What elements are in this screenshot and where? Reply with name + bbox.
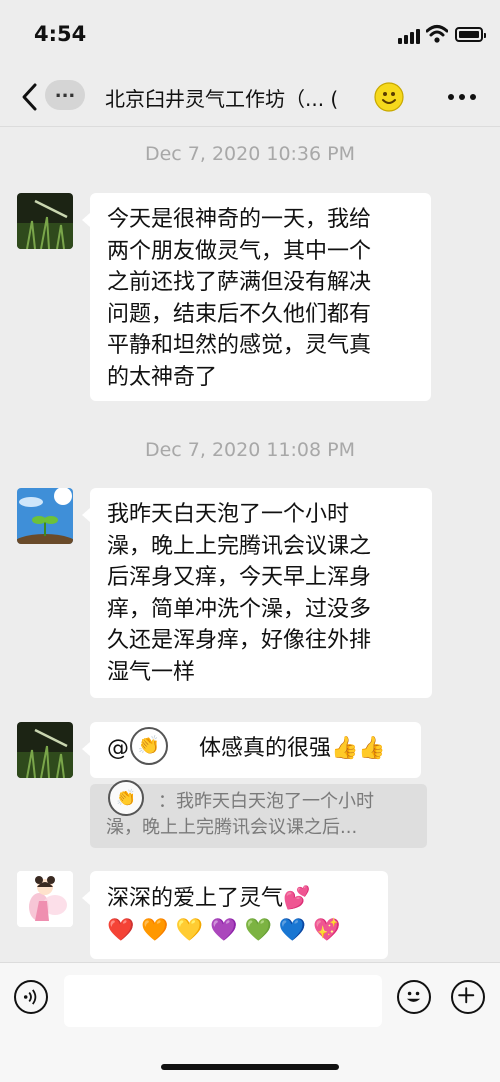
message-line: 的太神奇了 [107, 364, 218, 390]
smiley-emoji-icon [374, 82, 404, 112]
home-indicator [161, 1064, 339, 1070]
quote-line: ：我昨天白天泡了一个小时 [158, 791, 374, 812]
more-options-icon[interactable] [448, 94, 476, 102]
message-bubble[interactable]: 我昨天白天泡了一个小时 澡，晚上上完腾讯会议课之 后浑身又痒，今天早上浑身 痒，… [82, 488, 432, 698]
status-bar: 4:54 [0, 0, 500, 70]
voice-input-icon[interactable] [14, 980, 48, 1014]
quote-line: 澡，晚上上完腾讯会议课之后... [106, 817, 358, 838]
emoji-hearts-line: ❤️ 🧡 💛 💜 💚 💙 💖 [107, 918, 341, 943]
message-line: 之前还找了萨满但没有解决 [107, 270, 372, 295]
avatar-fairy[interactable] [17, 871, 73, 927]
message-line: 我昨天白天泡了一个小时 [107, 502, 350, 527]
message-line: 湿气一样 [107, 659, 196, 685]
message-timestamp: Dec 7, 2020 10:36 PM [144, 143, 355, 165]
plus-more-icon[interactable] [451, 980, 485, 1014]
clapping-hands-icon: 👏 [130, 727, 168, 765]
clapping-hands-icon: 👏 [108, 780, 144, 816]
message-line: 两个朋友做灵气，其中一个 [107, 238, 372, 264]
message-line: 澡，晚上上完腾讯会议课之 [107, 533, 372, 559]
back-chevron-icon[interactable] [20, 82, 40, 112]
avatar-grass[interactable] [17, 722, 73, 778]
message-bubble[interactable]: 今天是很神奇的一天，我给 两个朋友做灵气，其中一个 之前还找了萨满但没有解决 问… [82, 193, 431, 401]
avatar-sprout-sky[interactable] [17, 488, 73, 544]
status-time: 4:54 [34, 22, 87, 46]
message-line: 痒，简单冲洗个澡，过没多 [107, 596, 372, 622]
message-line: 后浑身又痒，今天早上浑身 [107, 565, 372, 590]
message-bubble[interactable]: 深深的爱上了灵气💕 ❤️ 🧡 💛 💜 💚 💙 💖 [82, 871, 388, 959]
avatar-grass[interactable] [17, 193, 73, 249]
cellular-signal-icon [398, 28, 420, 44]
chat-header: ... 北京臼井灵气工作坊（... ( [0, 70, 500, 127]
message-timestamp: Dec 7, 2020 11:08 PM [144, 439, 355, 461]
message-line: 平静和坦然的感觉，灵气真 [107, 333, 372, 358]
emoji-button-icon[interactable] [397, 980, 431, 1014]
chat-title: 北京臼井灵气工作坊（... ( [105, 87, 339, 111]
message-line: 久还是浑身痒，好像往外排 [107, 628, 372, 653]
message-line: 问题，结束后不久他们都有 [107, 301, 372, 327]
wifi-icon [426, 25, 448, 43]
message-line: 今天是很神奇的一天，我给 [107, 207, 372, 232]
battery-icon [455, 27, 486, 42]
message-text: 体感真的很强👍👍 [199, 736, 386, 761]
message-line: 深深的爱上了灵气💕 [107, 886, 311, 911]
back-unread-pill[interactable]: ... [45, 80, 85, 110]
mention-at-sign: @ [107, 736, 129, 761]
message-input[interactable] [64, 975, 382, 1027]
